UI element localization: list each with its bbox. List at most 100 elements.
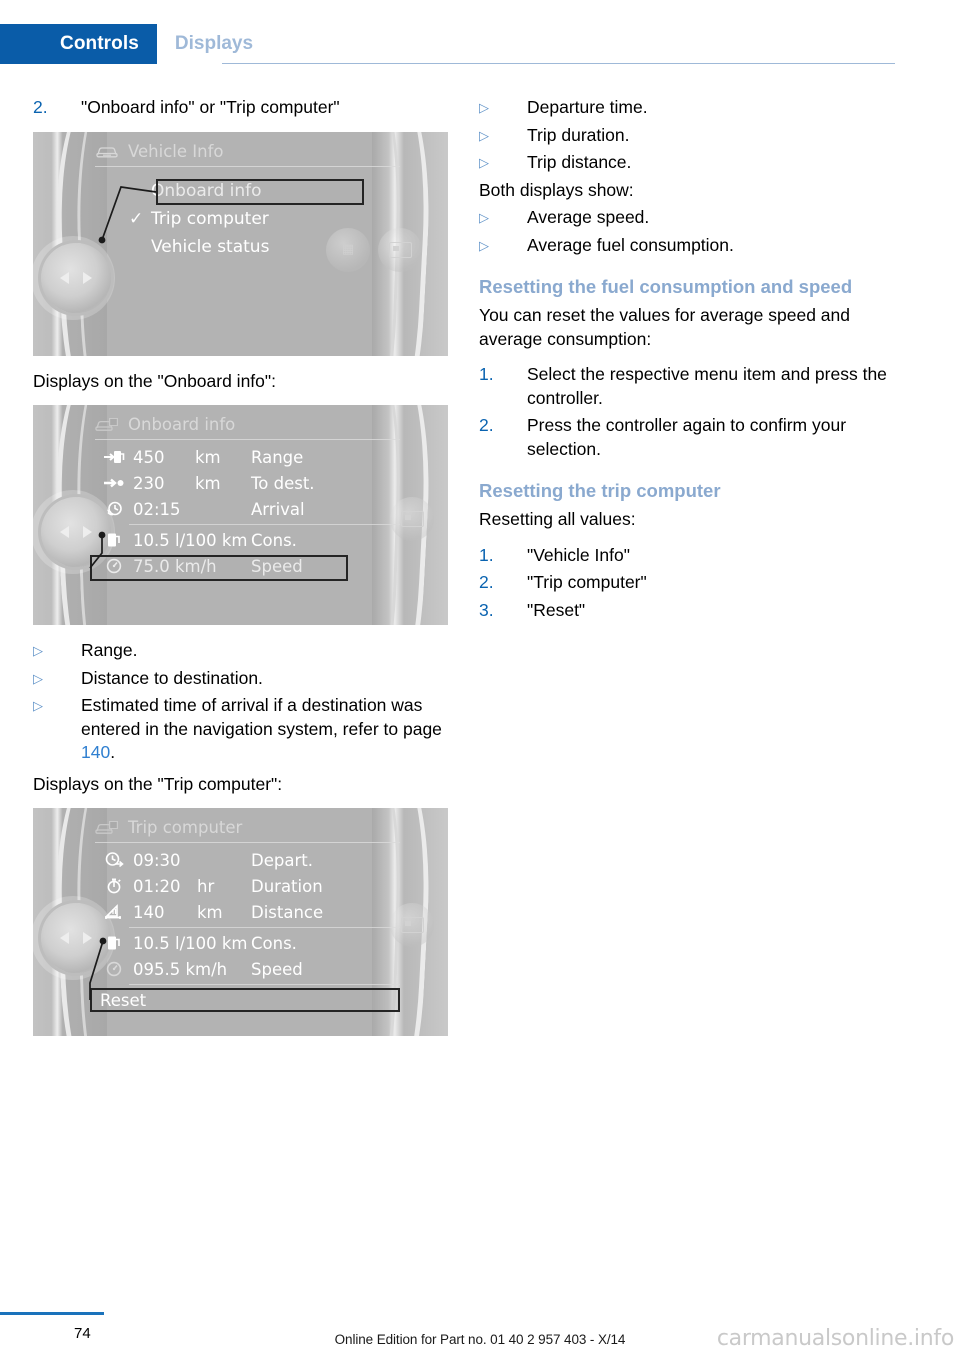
knob-left-arrow-icon — [60, 271, 69, 284]
row-unit: km — [197, 902, 223, 922]
row-consumption: 10.5 l/100 km Cons. — [95, 930, 400, 956]
row-value: 10.5 l/100 km — [133, 933, 248, 953]
car-info-icon — [95, 820, 119, 835]
page-reference-link[interactable]: 140 — [81, 742, 110, 762]
bullet-text: Average fuel consumption. — [527, 234, 734, 255]
knob-left-arrow-icon — [60, 932, 69, 944]
row-duration: 01:20 hr Duration — [95, 873, 400, 899]
selection-highlight-speed — [90, 555, 348, 581]
screen-title-divider — [95, 165, 400, 167]
row-distance: 140 km Distance — [95, 899, 400, 925]
display-panel-icon — [400, 917, 424, 933]
screen-title-row: Vehicle Info — [89, 142, 400, 161]
menu-item-label: Vehicle status — [151, 236, 270, 257]
row-label: Arrival — [251, 499, 305, 519]
figure-onboard-info: Onboard info 450 km Range 230 km To dest… — [33, 405, 448, 625]
triangle-bullet-icon: ▷ — [479, 127, 489, 143]
step-item-2: 2. "Trip computer" — [479, 571, 895, 595]
screen-title-divider — [95, 842, 400, 843]
caption-trip-computer: Displays on the "Trip computer": — [33, 773, 283, 794]
screen-title-text: Vehicle Info — [128, 141, 224, 161]
bullet-departure-time: ▷ Departure time. — [479, 96, 895, 120]
row-value: 10.5 l/100 km — [133, 530, 248, 550]
distance-icon — [95, 903, 133, 921]
step-marker: 2. — [479, 415, 494, 435]
bullet-range: ▷ Range. — [33, 639, 449, 663]
row-value: 095.5 km/h — [133, 959, 228, 979]
row-value: 450 — [133, 447, 165, 467]
display-panel-icon — [400, 511, 424, 527]
step-item-1: 1. "Vehicle Info" — [479, 544, 895, 568]
triangle-bullet-icon: ▷ — [479, 237, 489, 253]
step-text: "Onboard info" or "Trip computer" — [81, 97, 340, 117]
bullet-trip-distance: ▷ Trip distance. — [479, 151, 895, 175]
triangle-bullet-icon: ▷ — [33, 643, 43, 658]
row-label: Depart. — [251, 850, 313, 870]
step-item-2: 2. "Onboard info" or "Trip computer" — [33, 96, 449, 120]
row-arrival: 02:15 Arrival — [95, 496, 400, 522]
arrow-to-dot-icon — [95, 474, 133, 492]
steps-reset-fuel: 1. Select the respective menu item and p… — [479, 363, 895, 461]
bullet-distance-to-destination: ▷ Distance to destination. — [33, 667, 449, 691]
step-marker: 2. — [33, 97, 48, 117]
row-label: Cons. — [251, 530, 297, 550]
bullet-text: Trip duration. — [527, 124, 630, 145]
reset-menu-item[interactable]: Reset — [90, 988, 400, 1012]
screen-title-divider — [95, 439, 400, 440]
heading-resetting-fuel-consumption: Resetting the fuel consumption and speed — [479, 276, 853, 297]
paragraph-reset-trip: Resetting all values: — [479, 509, 636, 529]
row-label: Range — [251, 447, 304, 467]
step-text: Press the controller again to confirm yo… — [527, 415, 847, 459]
speedometer-icon — [95, 960, 133, 978]
bullet-text: Range. — [81, 640, 138, 660]
rows-divider-bottom — [129, 984, 400, 985]
page-header: Controls Displays — [0, 0, 960, 64]
step-marker: 1. — [479, 544, 494, 565]
step-text: "Vehicle Info" — [527, 544, 630, 565]
step-marker: 1. — [479, 364, 494, 384]
bullet-trip-duration: ▷ Trip duration. — [479, 124, 895, 148]
step-text: "Reset" — [527, 599, 586, 620]
tab-displays[interactable]: Displays — [156, 24, 272, 64]
clock-arrival-icon — [95, 500, 133, 518]
stopwatch-icon — [95, 877, 133, 895]
bullet-text-after: . — [110, 742, 116, 762]
figure-vehicle-info: ▦ Vehicle Info Onboard info ✓ Trip compu… — [33, 131, 448, 356]
clock-departure-icon — [95, 851, 133, 869]
row-unit: km — [195, 447, 221, 467]
row-label: Speed — [251, 959, 303, 979]
tab-controls[interactable]: Controls — [0, 24, 157, 64]
bullet-text-before: Estimated time of arrival if a destinati… — [81, 695, 442, 739]
both-displays-lead: Both displays show: — [479, 179, 634, 200]
steps-reset-trip: 1. "Vehicle Info" 2. "Trip computer" 3. … — [479, 544, 895, 623]
idrive-screen-onboard-info: Onboard info 450 km Range 230 km To dest… — [89, 415, 400, 615]
right-bullet-list-both: ▷ Average speed. ▷ Average fuel consumpt… — [479, 206, 895, 257]
caption-onboard-info: Displays on the "Onboard info": — [33, 370, 276, 391]
screen-title-row: Onboard info — [89, 415, 400, 434]
triangle-bullet-icon: ▷ — [479, 100, 489, 115]
row-consumption: 10.5 l/100 km Cons. — [95, 527, 400, 553]
triangle-bullet-icon: ▷ — [479, 210, 489, 225]
fuel-pump-icon — [95, 531, 133, 549]
step-text: "Trip computer" — [527, 572, 647, 592]
idrive-screen-vehicle-info: Vehicle Info Onboard info ✓ Trip compute… — [89, 142, 400, 346]
row-speed: 095.5 km/h Speed — [95, 956, 400, 982]
menu-item-trip-computer[interactable]: ✓ Trip computer — [95, 205, 400, 233]
bullet-average-speed: ▷ Average speed. — [479, 206, 895, 230]
menu-item-vehicle-status[interactable]: Vehicle status — [95, 233, 400, 261]
screen-title-row: Trip computer — [89, 818, 400, 837]
rows-divider — [129, 524, 400, 525]
watermark: carmanualsonline.info — [716, 1326, 954, 1351]
paragraph-reset-fuel: You can reset the values for average spe… — [479, 305, 851, 349]
right-bullet-list-top: ▷ Departure time. ▷ Trip duration. ▷ Tri… — [479, 96, 895, 175]
knob-left-arrow-icon — [60, 526, 69, 538]
row-value: 230 — [133, 473, 165, 493]
figure-trip-computer: Trip computer 09:30 Depart. 01:20 hr Dur… — [33, 808, 448, 1036]
row-value: 01:20 — [133, 876, 181, 896]
header-tabs: Controls Displays — [0, 24, 272, 64]
bullet-average-fuel-consumption: ▷ Average fuel consumption. — [479, 234, 895, 258]
row-unit: km — [195, 473, 221, 493]
step-item-1: 1. Select the respective menu item and p… — [479, 363, 895, 410]
footer-divider — [0, 1312, 104, 1315]
check-icon: ✓ — [129, 208, 144, 229]
